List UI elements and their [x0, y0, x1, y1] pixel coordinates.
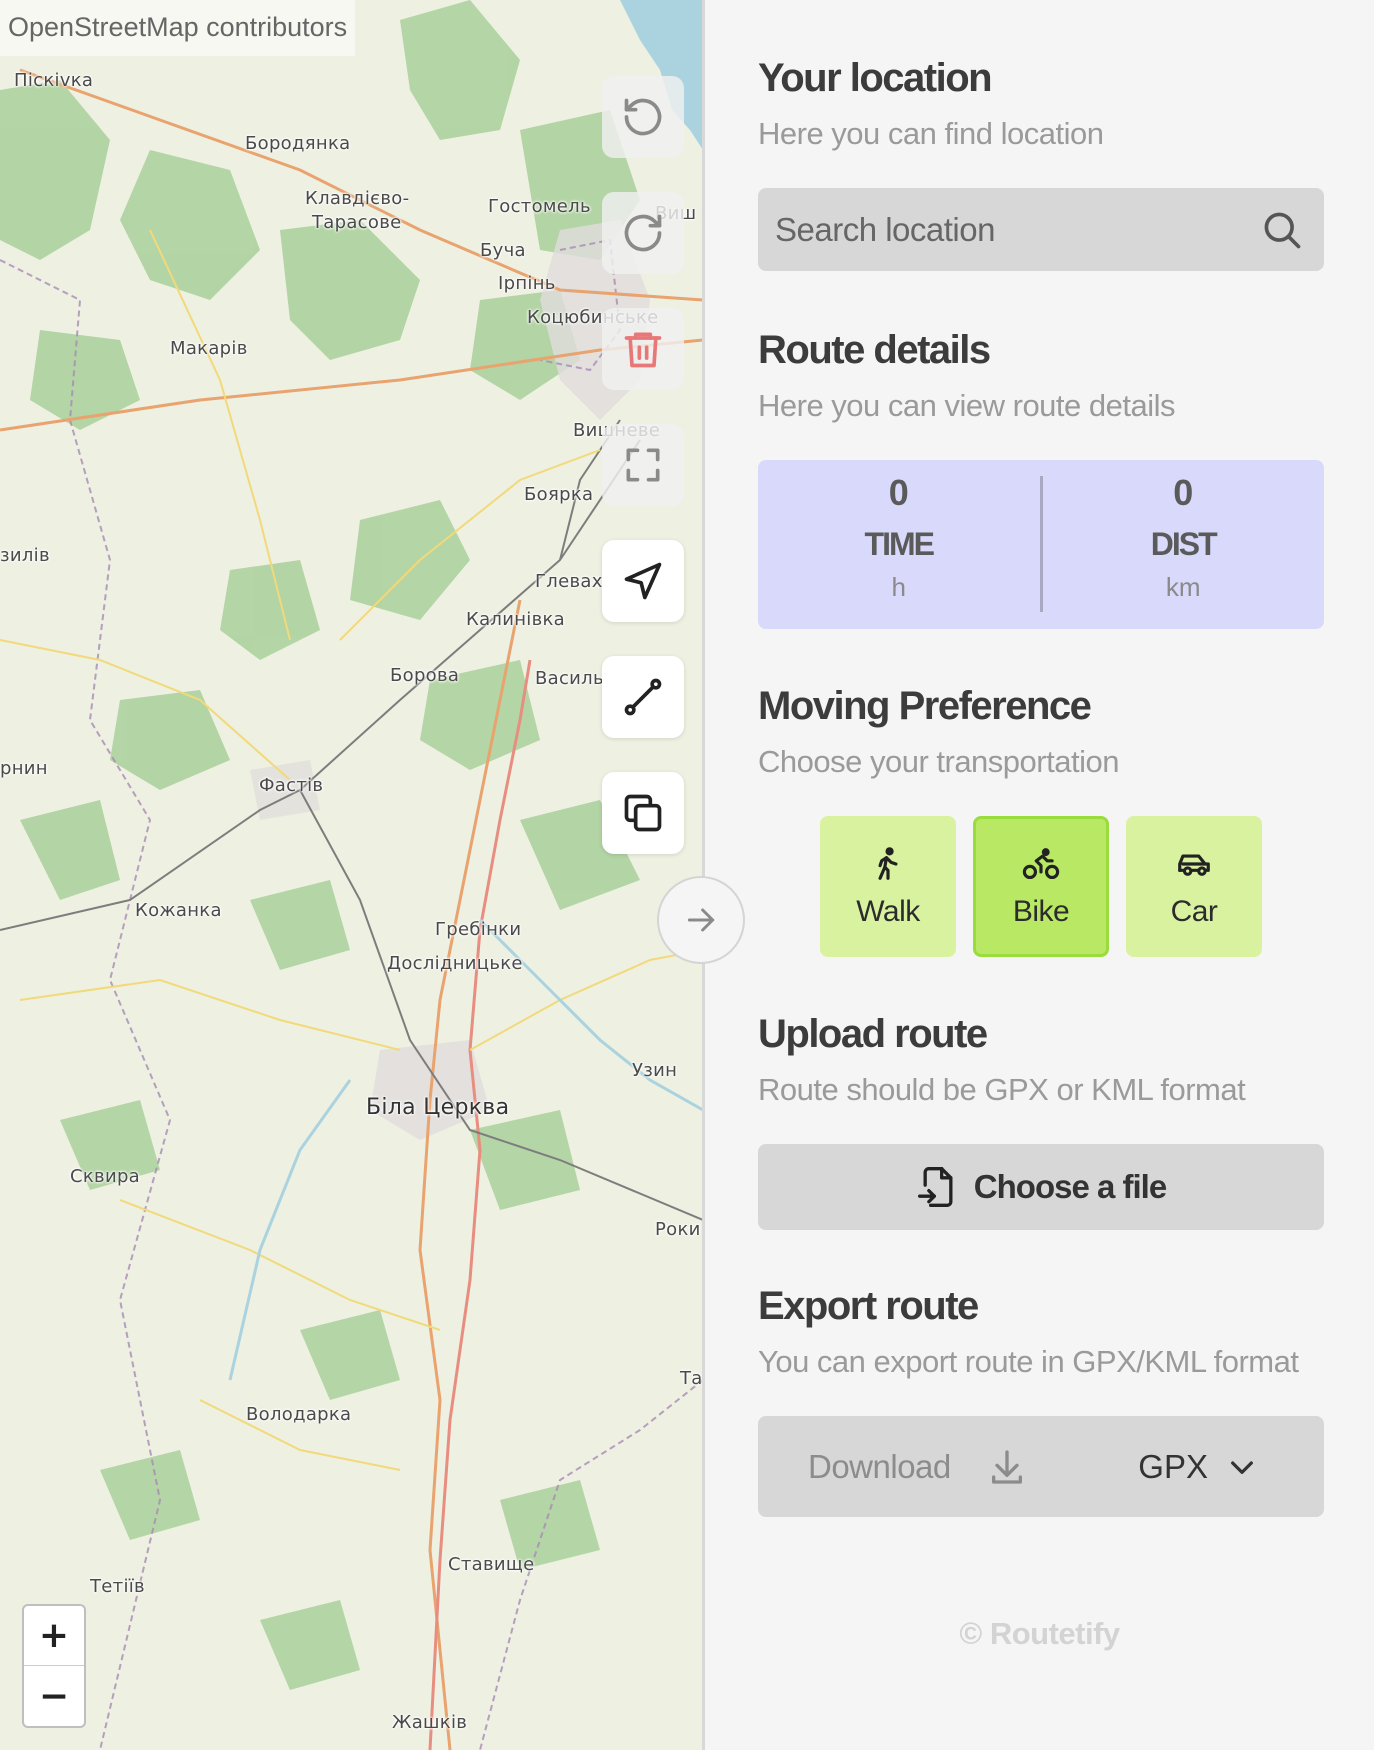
distance-label: DIST	[1150, 526, 1218, 562]
map-label-zhashkiv: Жашків	[392, 1712, 468, 1733]
download-icon	[991, 1449, 1022, 1484]
route-stats: 0 TIME h 0 DIST km	[758, 460, 1324, 629]
map-label-hostomel: Гостомель	[488, 196, 591, 217]
undo-button[interactable]	[602, 76, 684, 158]
map-label-kalynivka: Калинівка	[466, 609, 565, 630]
draw-route-button[interactable]	[602, 656, 684, 738]
route-details-title: Route details	[758, 328, 991, 372]
redo-button[interactable]	[602, 192, 684, 274]
map-label-boiarka: Боярка	[524, 484, 594, 505]
zoom-out-button[interactable]: −	[24, 1666, 84, 1726]
map-label-uzyn: Узин	[632, 1060, 678, 1081]
download-button[interactable]: Download	[808, 1447, 1027, 1487]
search-icon[interactable]	[1260, 208, 1304, 252]
map-label-tetiiv: Тетіїв	[90, 1576, 145, 1597]
choose-file-button[interactable]: Choose a file	[758, 1144, 1324, 1230]
map-label-bila-tserkva: Біла Церква	[366, 1095, 510, 1120]
location-title: Your location	[758, 56, 993, 100]
download-label: Download	[808, 1447, 951, 1485]
map-label-zyliv: зилів	[0, 545, 50, 566]
zoom-control: + −	[22, 1604, 86, 1728]
map-label-rnyn: рнин	[0, 758, 48, 779]
locate-me-button[interactable]	[602, 540, 684, 622]
time-label: TIME	[864, 526, 935, 562]
car-mode-button[interactable]: Car	[1126, 816, 1262, 957]
export-route-subtitle: You can export route in GPX/KML format	[758, 1344, 1299, 1379]
moving-preference-title: Moving Preference	[758, 684, 1092, 728]
walk-label: Walk	[856, 894, 920, 928]
route-line-icon	[624, 678, 662, 716]
map-label-ta: Та	[680, 1368, 703, 1389]
map-label-klavdievo-1: Клавдієво-	[305, 188, 410, 209]
moving-preference-subtitle: Choose your transportation	[758, 744, 1119, 779]
map-label-stavyshche: Ставище	[448, 1554, 535, 1575]
map-label-kozhanka: Кожанка	[135, 900, 222, 921]
chevron-down-icon	[1231, 1460, 1253, 1474]
map-attribution[interactable]: OpenStreetMap contributors	[0, 0, 356, 56]
fullscreen-icon	[626, 448, 660, 482]
map-label-bucha: Буча	[480, 240, 526, 261]
export-route-title: Export route	[758, 1284, 979, 1328]
upload-route-subtitle: Route should be GPX or KML format	[758, 1072, 1246, 1107]
map-label-piskivka: Піскіvка	[14, 70, 94, 91]
map-label-skvyra: Сквира	[70, 1166, 141, 1187]
location-subtitle: Here you can find location	[758, 116, 1104, 151]
map-label-irpin: Ірпінь	[498, 273, 556, 294]
bike-mode-button[interactable]: Bike	[973, 816, 1109, 957]
trash-icon	[624, 332, 662, 368]
footer-copyright: © Routetify	[959, 1616, 1120, 1651]
route-details-subtitle: Here you can view route details	[758, 388, 1176, 423]
file-import-icon	[917, 1167, 953, 1207]
time-unit: h	[891, 572, 906, 602]
search-input[interactable]	[775, 210, 1260, 249]
upload-route-title: Upload route	[758, 1012, 988, 1056]
fullscreen-button[interactable]	[602, 424, 684, 506]
undo-icon	[624, 98, 662, 136]
search-box	[758, 188, 1324, 271]
car-icon	[1178, 854, 1210, 876]
map-label-makariv: Макарів	[170, 338, 248, 359]
map-label-borodianka: Бородянка	[245, 133, 351, 154]
distance-stat: 0 DIST km	[1043, 460, 1325, 629]
time-value: 0	[888, 472, 909, 513]
time-stat: 0 TIME h	[758, 460, 1040, 629]
map-label-klavdievo-2: Тарасове	[312, 212, 402, 233]
format-value: GPX	[1138, 1447, 1208, 1485]
copy-button[interactable]	[602, 772, 684, 854]
choose-file-label: Choose a file	[973, 1168, 1167, 1205]
map-label-roky: Роки	[655, 1219, 701, 1240]
distance-unit: km	[1165, 572, 1201, 602]
map-label-doslidnytske: Дослідницьке	[387, 953, 523, 974]
delete-route-button[interactable]	[602, 308, 684, 390]
export-controls: Download GPX	[758, 1416, 1324, 1517]
bike-label: Bike	[1012, 894, 1070, 928]
car-label: Car	[1170, 894, 1218, 928]
transport-modes: Walk Bike Car	[820, 816, 1262, 957]
map-view[interactable]: OpenStreetMap contributors Піскіvка Боро…	[0, 0, 703, 1750]
redo-icon	[624, 214, 662, 252]
walk-mode-button[interactable]: Walk	[820, 816, 956, 957]
distance-value: 0	[1173, 472, 1194, 513]
navigation-arrow-icon	[624, 562, 662, 600]
map-label-volodarka: Володарка	[246, 1404, 352, 1425]
copy-icon	[624, 794, 662, 832]
map-label-borova: Борова	[390, 665, 460, 686]
map-tiles	[0, 0, 703, 1750]
zoom-in-button[interactable]: +	[24, 1606, 84, 1666]
map-label-fastiv: Фастів	[259, 775, 324, 796]
sidebar-panel: Your location Here you can find location…	[705, 0, 1374, 1750]
walk-icon	[878, 846, 898, 880]
map-label-hrebinky: Гребінки	[435, 919, 522, 940]
format-select[interactable]: GPX	[1138, 1448, 1258, 1486]
bike-icon	[1022, 847, 1060, 879]
